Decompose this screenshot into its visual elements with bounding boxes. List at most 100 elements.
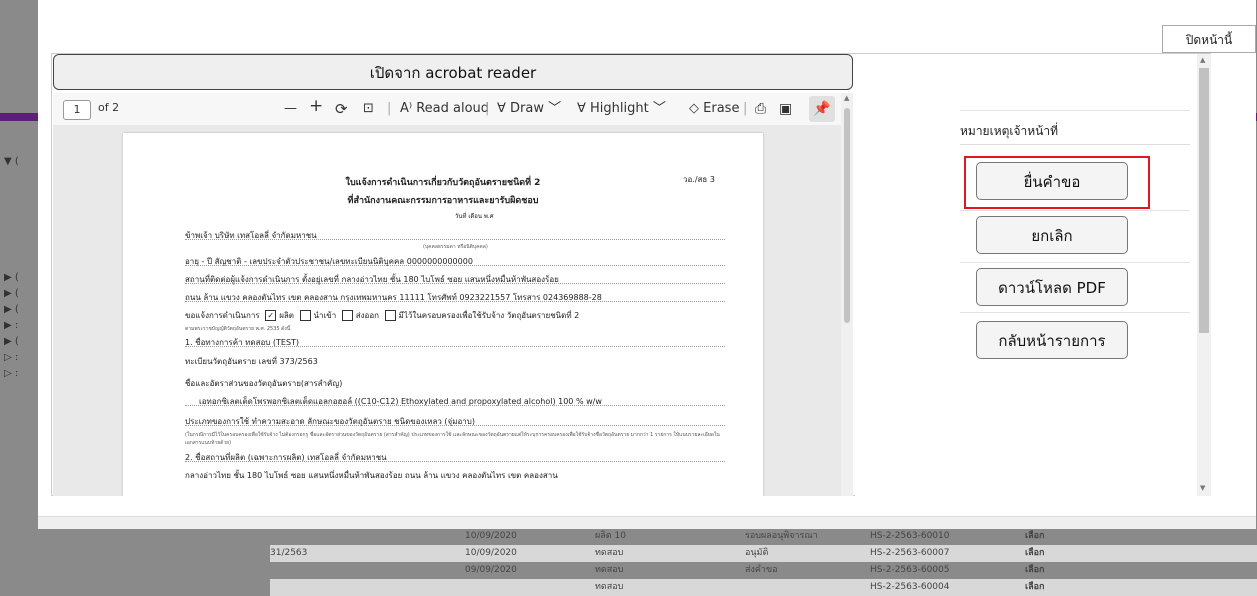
divider bbox=[960, 262, 1190, 263]
possess-label: มีไว้ในครอบครองเพื่อใช้รับจ้าง วัตถุอันต… bbox=[398, 311, 580, 320]
produce-label: ผลิต bbox=[279, 311, 294, 320]
tree-item: ▶ : bbox=[4, 320, 19, 331]
scroll-up-icon[interactable]: ▲ bbox=[844, 94, 849, 102]
highlight-button[interactable]: ∀ Highlight ﹀ bbox=[577, 99, 666, 119]
draw-label: Draw bbox=[510, 101, 544, 116]
download-pdf-button[interactable]: ดาวน์โหลด PDF bbox=[976, 268, 1128, 306]
ingredient-line: เอทอกซิเลตเต็ดโพรพอกซิเลตเต็ดแอลกอฮอล์ (… bbox=[199, 397, 602, 406]
dotted-line bbox=[185, 346, 725, 347]
table-row: 09/09/2020 ทดสอบ ส่งคำขอ HS-2-2563-60005… bbox=[270, 562, 1257, 579]
tree-item: ▶ ( bbox=[4, 336, 19, 347]
tree-item: ▶ ( bbox=[4, 288, 19, 299]
scroll-down-icon[interactable]: ▼ bbox=[1200, 484, 1205, 492]
checkbox-possess bbox=[384, 310, 396, 321]
row-code: HS-2-2563-60010 bbox=[870, 531, 950, 541]
row-select-link[interactable]: เลือก bbox=[1025, 545, 1105, 562]
back-to-list-button[interactable]: กลับหน้ารายการ bbox=[976, 321, 1128, 359]
highlight-label: Highlight bbox=[590, 101, 649, 116]
staff-note-label: หมายเหตุเจ้าหน้าที่ bbox=[960, 118, 1190, 145]
erase-button[interactable]: ◇ Erase bbox=[689, 99, 739, 119]
import-label: นำเข้า bbox=[313, 311, 337, 320]
producer-line: 2. ชื่อสถานที่ผลิต (เฉพาะการผลิต) เทสโอล… bbox=[185, 453, 387, 462]
fit-page-icon[interactable]: ⊡ bbox=[363, 99, 374, 119]
dotted-line bbox=[185, 239, 725, 240]
producer-address: กลางอ่าวไทย ชั้น 180 ไบโพธ์ ซอย แสนหนึ่ง… bbox=[185, 471, 558, 480]
toolbar-separator: | bbox=[387, 101, 392, 116]
usage-line: ประเภทของการใช้ ทำความสะอาด ลักษณะของวัต… bbox=[185, 417, 475, 426]
zoom-out-button[interactable]: — bbox=[284, 99, 297, 119]
ingredient-label: ชื่อและอัตราส่วนของวัตถุอันตราย(สารสำคัญ… bbox=[185, 379, 343, 388]
open-acrobat-button[interactable]: เปิดจาก acrobat reader bbox=[53, 54, 853, 90]
chevron-down-icon[interactable]: ﹀ bbox=[649, 101, 666, 116]
checkbox-import bbox=[299, 310, 311, 321]
row-code: HS-2-2563-60004 bbox=[870, 582, 950, 592]
applicant-note: (บุคคลธรรมดา หรือนิติบุคคล) bbox=[423, 244, 488, 250]
divider bbox=[960, 312, 1190, 313]
age-line: อายุ - ปี สัญชาติ - เลขประจำตัวประชาชน/เ… bbox=[185, 257, 473, 266]
row-ref bbox=[270, 528, 465, 545]
checkbox-produce: ✓ bbox=[265, 310, 277, 321]
dotted-line bbox=[185, 461, 725, 462]
highlight-annotation-box bbox=[964, 156, 1150, 209]
dotted-line bbox=[185, 283, 725, 284]
close-page-button[interactable]: ปิดหน้านี้ bbox=[1162, 25, 1256, 53]
pdf-toolbar: 1 of 2 — + ⟳ ⊡ | A⁾ Read aloud | ∀ Draw … bbox=[53, 93, 841, 126]
table-row: ทดสอบ HS-2-2563-60004 เลือก bbox=[270, 579, 1257, 596]
usage-note: (ในกรณีการมีไว้ในครอบครองเพื่อใช้รับจ้าง… bbox=[185, 432, 720, 446]
print-icon[interactable]: ⎙ bbox=[755, 99, 766, 119]
pdf-page: ใบแจ้งการดำเนินการเกี่ยวกับวัตถุอันตรายช… bbox=[123, 133, 763, 496]
row-date bbox=[465, 579, 595, 596]
form-number: วอ./สธ 3 bbox=[683, 175, 715, 184]
applicant-line: ข้าพเจ้า บริษัท เทสโอลลี่ จำกัดมหาชน bbox=[185, 231, 317, 240]
row-date: 09/09/2020 bbox=[465, 565, 517, 575]
tree-item: ▶ ( bbox=[4, 304, 19, 315]
read-aloud-icon: A⁾ bbox=[400, 101, 417, 116]
zoom-in-button[interactable]: + bbox=[309, 96, 323, 116]
erase-label: Erase bbox=[703, 101, 740, 116]
row-status: อนุมัติ bbox=[745, 548, 769, 558]
tree-toggle-icon: ▼ ( bbox=[4, 156, 19, 167]
toolbar-separator: | bbox=[743, 101, 748, 116]
date-line: วันที่ เดือน พ.ศ bbox=[455, 213, 494, 220]
draw-button[interactable]: ∀ Draw ﹀ bbox=[497, 99, 561, 119]
pin-icon[interactable]: 📌 bbox=[809, 96, 835, 122]
address-line-2: ถนน ล้าน แขวง คลองตันไทร เขต คลองสาน กรุ… bbox=[185, 293, 602, 302]
export-label: ส่งออก bbox=[355, 311, 379, 320]
dotted-line bbox=[185, 265, 725, 266]
read-aloud-button[interactable]: A⁾ Read aloud bbox=[400, 99, 489, 119]
pdf-scrollbar-thumb[interactable] bbox=[844, 108, 850, 323]
row-status bbox=[745, 579, 870, 596]
scroll-up-icon[interactable]: ▲ bbox=[1200, 56, 1205, 64]
row-ref: 31/2563 bbox=[270, 548, 308, 558]
row-status: รอบผลอนุพิจารณา bbox=[745, 531, 818, 541]
background-tree: ▼ ( ▶ ( ▶ ( ▶ ( ▶ : ▶ ( ▷ : ▷ : bbox=[0, 150, 40, 410]
operation-line: ขอแจ้งการดำเนินการ ✓ ผลิต นำเข้า ส่งออก ม… bbox=[185, 309, 579, 322]
page-number-input[interactable]: 1 bbox=[63, 100, 91, 120]
read-aloud-label: Read aloud bbox=[416, 101, 490, 116]
dotted-line bbox=[185, 301, 725, 302]
chevron-down-icon[interactable]: ﹀ bbox=[544, 101, 561, 116]
page-total: of 2 bbox=[98, 101, 120, 114]
registration-line: ทะเบียนวัตถุอันตราย เลขที่ 373/2563 bbox=[185, 357, 318, 366]
row-select-link[interactable]: เลือก bbox=[1025, 579, 1105, 596]
pdf-viewer[interactable]: ใบแจ้งการดำเนินการเกี่ยวกับวัตถุอันตรายช… bbox=[53, 125, 841, 496]
row-date: 10/09/2020 bbox=[465, 531, 517, 541]
modal-scrollbar-thumb[interactable] bbox=[1199, 68, 1209, 333]
tree-item: ▷ : bbox=[4, 368, 19, 379]
law-reference: ตามพระราชบัญญัติวัตถุอันตราย พ.ศ. 2535 ด… bbox=[185, 326, 291, 332]
row-select-link[interactable]: เลือก bbox=[1025, 528, 1105, 545]
table-row: 10/09/2020 ผลิต 10 รอบผลอนุพิจารณา HS-2-… bbox=[270, 528, 1257, 545]
row-code: HS-2-2563-60005 bbox=[870, 565, 950, 575]
save-icon[interactable]: ▣ bbox=[779, 99, 792, 119]
draw-icon: ∀ bbox=[497, 101, 511, 116]
cancel-button[interactable]: ยกเลิก bbox=[976, 216, 1128, 254]
address-line: สถานที่ติดต่อผู้แจ้งการดำเนินการ ตั้งอยู… bbox=[185, 275, 559, 284]
checkbox-export bbox=[341, 310, 353, 321]
eraser-icon: ◇ bbox=[689, 101, 704, 116]
tree-item: ▷ : bbox=[4, 352, 19, 363]
rotate-icon[interactable]: ⟳ bbox=[335, 99, 348, 119]
row-code: HS-2-2563-60007 bbox=[870, 548, 950, 558]
row-select-link[interactable]: เลือก bbox=[1025, 562, 1105, 579]
document-subtitle: ที่สำนักงานคณะกรรมการอาหารและยารับผิดชอบ bbox=[347, 196, 539, 206]
divider bbox=[960, 210, 1190, 211]
